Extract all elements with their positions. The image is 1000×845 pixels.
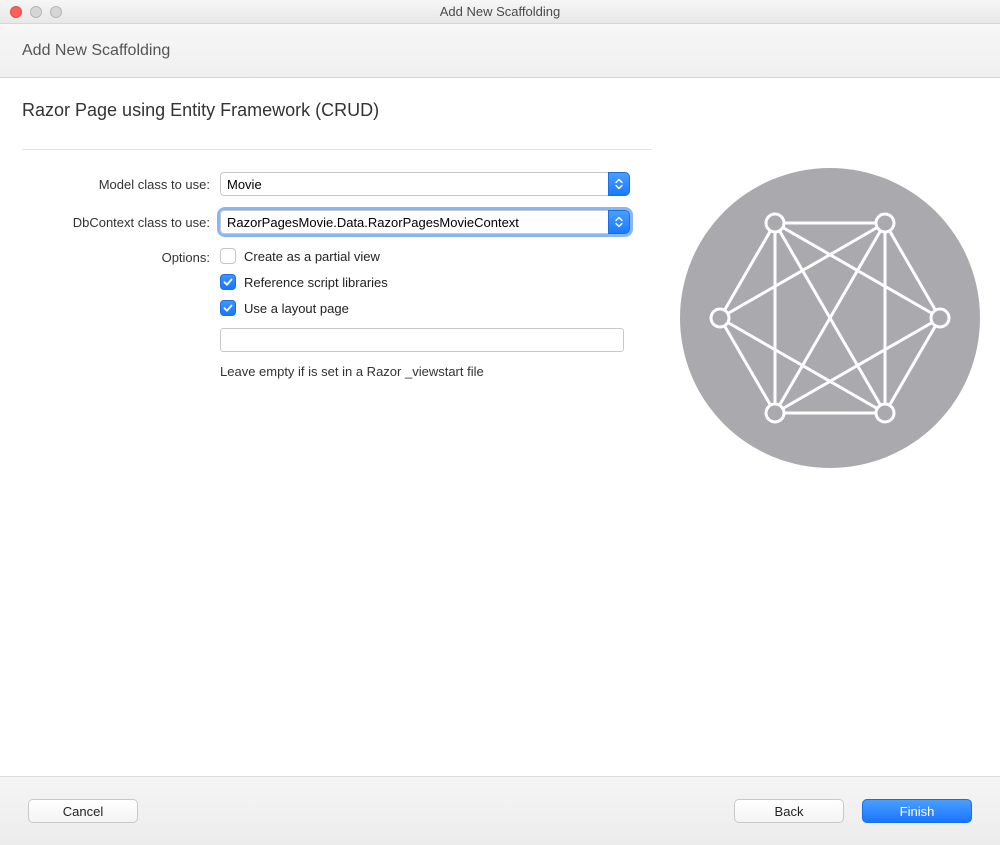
checkbox-partial-view[interactable]: [220, 248, 236, 264]
illustration-column: [660, 78, 1000, 776]
options-row: Options: Create as a partial view Refere…: [22, 248, 660, 379]
model-class-row: Model class to use:: [22, 172, 660, 196]
model-class-combo[interactable]: [220, 172, 630, 196]
dbcontext-combo[interactable]: [220, 210, 630, 234]
option-partial-view[interactable]: Create as a partial view: [220, 248, 638, 264]
finish-button-label: Finish: [900, 804, 935, 819]
check-icon: [222, 302, 234, 314]
back-button[interactable]: Back: [734, 799, 844, 823]
form-column: Razor Page using Entity Framework (CRUD)…: [0, 78, 660, 776]
network-graph-icon: [680, 168, 980, 468]
dbcontext-row: DbContext class to use:: [22, 210, 660, 234]
option-partial-view-label: Create as a partial view: [244, 249, 380, 264]
dbcontext-dropdown-button[interactable]: [608, 210, 630, 234]
dialog-footer: Cancel Back Finish: [0, 777, 1000, 845]
page-title: Razor Page using Entity Framework (CRUD): [22, 100, 660, 121]
minimize-window-button: [30, 6, 42, 18]
dbcontext-label: DbContext class to use:: [22, 215, 220, 230]
layout-page-hint: Leave empty if is set in a Razor _viewst…: [220, 364, 638, 379]
check-icon: [222, 276, 234, 288]
checkbox-layout-page[interactable]: [220, 300, 236, 316]
zoom-window-button: [50, 6, 62, 18]
option-layout-page[interactable]: Use a layout page: [220, 300, 638, 316]
model-class-input[interactable]: [220, 172, 608, 196]
finish-button[interactable]: Finish: [862, 799, 972, 823]
close-window-button[interactable]: [10, 6, 22, 18]
model-class-label: Model class to use:: [22, 177, 220, 192]
window-title: Add New Scaffolding: [0, 4, 1000, 19]
divider: [22, 149, 652, 150]
model-class-dropdown-button[interactable]: [608, 172, 630, 196]
options-group: Create as a partial view Reference scrip…: [220, 248, 638, 379]
option-reference-scripts[interactable]: Reference script libraries: [220, 274, 638, 290]
option-reference-scripts-label: Reference script libraries: [244, 275, 388, 290]
layout-page-path-input[interactable]: [220, 328, 624, 352]
cancel-button-label: Cancel: [63, 804, 103, 819]
dialog-header: Add New Scaffolding: [0, 24, 1000, 78]
back-button-label: Back: [775, 804, 804, 819]
cancel-button[interactable]: Cancel: [28, 799, 138, 823]
dbcontext-input[interactable]: [220, 210, 608, 234]
titlebar: Add New Scaffolding: [0, 0, 1000, 24]
traffic-lights: [0, 6, 62, 18]
checkbox-reference-scripts[interactable]: [220, 274, 236, 290]
dialog-header-title: Add New Scaffolding: [22, 42, 170, 60]
options-label: Options:: [22, 248, 220, 265]
updown-icon: [613, 216, 625, 228]
option-layout-page-label: Use a layout page: [244, 301, 349, 316]
content-area: Razor Page using Entity Framework (CRUD)…: [0, 78, 1000, 777]
updown-icon: [613, 178, 625, 190]
